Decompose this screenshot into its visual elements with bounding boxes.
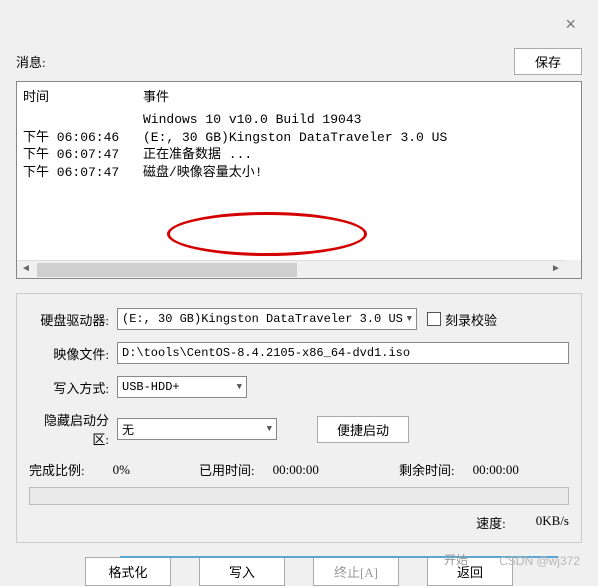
drive-value: (E:, 30 GB)Kingston DataTraveler 3.0 US: [122, 312, 403, 326]
scrollbar-thumb[interactable]: [37, 263, 297, 277]
hidden-boot-label: 隐藏启动分区:: [29, 410, 117, 448]
write-mode-label: 写入方式:: [29, 378, 117, 397]
log-time: 下午 06:07:47: [23, 164, 143, 182]
highlight-ellipse: [167, 212, 367, 256]
log-panel: 时间 事件 Windows 10 v10.0 Build 19043 下午 06…: [16, 81, 582, 279]
close-icon[interactable]: ×: [565, 14, 576, 35]
verify-checkbox-wrap[interactable]: 刻录校验: [427, 310, 497, 329]
complete-label: 完成比例:: [29, 460, 85, 479]
stats-row: 完成比例: 0% 已用时间: 00:00:00 剩余时间: 00:00:00: [29, 460, 569, 479]
speed-row: 速度: 0KB/s: [29, 513, 569, 532]
log-event: (E:, 30 GB)Kingston DataTraveler 3.0 US: [143, 129, 575, 147]
speed-label: 速度:: [476, 513, 506, 532]
horizontal-scrollbar[interactable]: ◄ ►: [17, 260, 565, 278]
write-mode-row: 写入方式: USB-HDD+ ▼: [29, 376, 569, 398]
footer-divider: [120, 556, 558, 572]
progress-bar: [29, 487, 569, 505]
log-row: 下午 06:06:46 (E:, 30 GB)Kingston DataTrav…: [23, 129, 575, 147]
main-container: 消息: 保存 时间 事件 Windows 10 v10.0 Build 1904…: [0, 0, 598, 586]
hidden-boot-row: 隐藏启动分区: 无 ▼ 便捷启动: [29, 410, 569, 448]
elapsed-label: 已用时间:: [199, 460, 255, 479]
hidden-boot-value: 无: [122, 421, 134, 438]
write-mode-dropdown[interactable]: USB-HDD+ ▼: [117, 376, 247, 398]
speed-value: 0KB/s: [536, 513, 569, 532]
message-label: 消息:: [16, 52, 46, 71]
chevron-down-icon: ▼: [267, 424, 272, 434]
verify-checkbox[interactable]: [427, 312, 441, 326]
verify-label: 刻录校验: [445, 310, 497, 329]
write-mode-value: USB-HDD+: [122, 380, 180, 394]
save-button[interactable]: 保存: [514, 48, 582, 75]
log-row: 下午 06:07:47 磁盘/映像容量太小!: [23, 164, 575, 182]
log-row: Windows 10 v10.0 Build 19043: [23, 111, 575, 129]
scrollbar-corner: [565, 260, 581, 278]
elapsed-value: 00:00:00: [273, 462, 319, 478]
scroll-left-icon[interactable]: ◄: [17, 261, 35, 279]
log-header-event[interactable]: 事件: [137, 82, 175, 109]
log-event: 正在准备数据 ...: [143, 146, 575, 164]
drive-dropdown[interactable]: (E:, 30 GB)Kingston DataTraveler 3.0 US …: [117, 308, 417, 330]
log-time: [23, 111, 143, 129]
hidden-boot-dropdown[interactable]: 无 ▼: [117, 418, 277, 440]
chevron-down-icon: ▼: [237, 382, 242, 392]
quick-boot-button[interactable]: 便捷启动: [317, 416, 409, 443]
form-panel: 硬盘驱动器: (E:, 30 GB)Kingston DataTraveler …: [16, 293, 582, 543]
watermark: CSDN @wj372: [499, 554, 580, 568]
log-body: Windows 10 v10.0 Build 19043 下午 06:06:46…: [17, 109, 581, 183]
log-event: Windows 10 v10.0 Build 19043: [143, 111, 575, 129]
image-row: 映像文件: D:\tools\CentOS-8.4.2105-x86_64-dv…: [29, 342, 569, 364]
complete-value: 0%: [113, 462, 130, 478]
log-event: 磁盘/映像容量太小!: [143, 164, 575, 182]
drive-row: 硬盘驱动器: (E:, 30 GB)Kingston DataTraveler …: [29, 308, 569, 330]
start-hint: 开始: [444, 551, 468, 568]
image-file-value: D:\tools\CentOS-8.4.2105-x86_64-dvd1.iso: [122, 346, 410, 360]
drive-label: 硬盘驱动器:: [29, 310, 117, 329]
image-label: 映像文件:: [29, 344, 117, 363]
log-header: 时间 事件: [17, 82, 581, 109]
scroll-right-icon[interactable]: ►: [547, 261, 565, 279]
log-time: 下午 06:07:47: [23, 146, 143, 164]
remaining-value: 00:00:00: [473, 462, 519, 478]
log-header-time[interactable]: 时间: [17, 82, 137, 109]
chevron-down-icon: ▼: [407, 314, 412, 324]
image-file-input[interactable]: D:\tools\CentOS-8.4.2105-x86_64-dvd1.iso: [117, 342, 569, 364]
remaining-label: 剩余时间:: [399, 460, 455, 479]
log-time: 下午 06:06:46: [23, 129, 143, 147]
log-row: 下午 06:07:47 正在准备数据 ...: [23, 146, 575, 164]
top-bar: 消息: 保存: [16, 48, 582, 75]
